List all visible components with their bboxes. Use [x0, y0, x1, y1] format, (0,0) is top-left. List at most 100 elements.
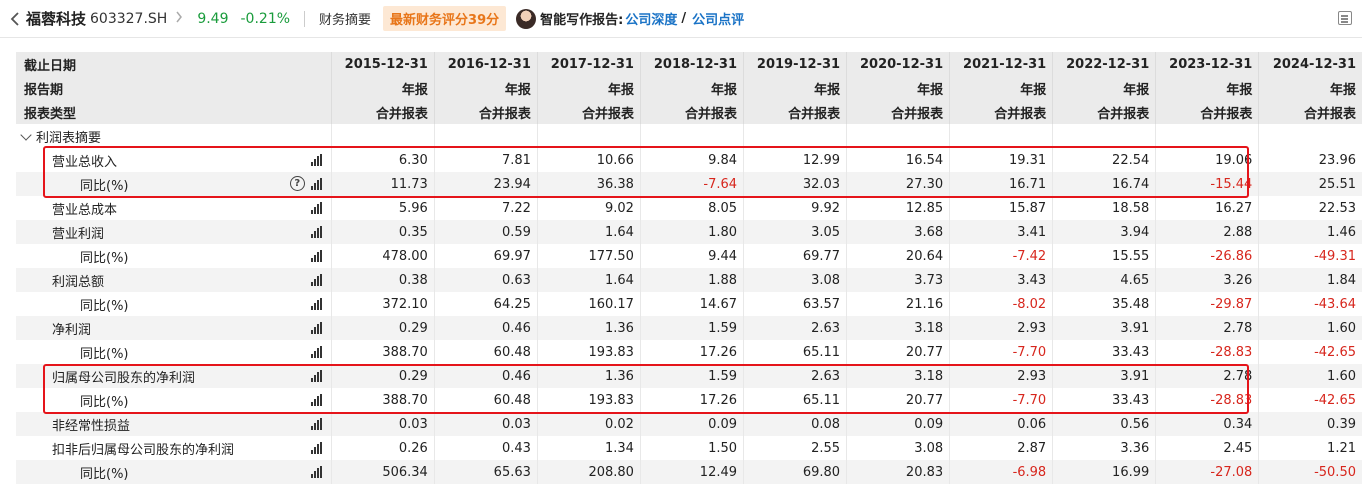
- avatar: [516, 8, 537, 29]
- value-cell: 1.59: [639, 316, 744, 340]
- empty-cell: [433, 124, 538, 148]
- bar-chart-icon[interactable]: [310, 274, 323, 286]
- value-cell: 478.00: [330, 244, 435, 268]
- table-row[interactable]: 营业总收入 6.30 7.81 10.66 9.84 12.99 16.54 19.31 22.…: [16, 148, 1362, 172]
- value-cell: 3.94: [1052, 220, 1156, 244]
- value-cell: -7.70: [949, 388, 1053, 412]
- value-cell: 8.05: [639, 196, 744, 220]
- value-cell: 33.43: [1052, 340, 1156, 364]
- row-label: 同比(%): [80, 394, 129, 410]
- value-cell: 16.27: [1155, 196, 1259, 220]
- financial-score-badge[interactable]: 最新财务评分39分: [383, 6, 507, 31]
- ai-report-label: 智能写作报告:: [540, 13, 624, 28]
- header-cell: 年报: [433, 76, 538, 100]
- header-label: 截止日期: [16, 52, 332, 76]
- value-cell: 388.70: [330, 388, 435, 412]
- value-cell: 64.25: [433, 292, 538, 316]
- bar-chart-icon[interactable]: [310, 154, 323, 166]
- value-cell: 0.09: [846, 412, 950, 436]
- value-cell: 12.99: [743, 148, 847, 172]
- section-label: 利润表摘要: [36, 130, 102, 146]
- row-label: 同比(%): [80, 178, 129, 194]
- table-row[interactable]: 同比(%) 478.00 69.97 177.50 9.44 69.77 20.64 -7.4…: [16, 244, 1362, 268]
- value-cell: 372.10: [330, 292, 435, 316]
- row-label-cell: 同比(%): [16, 388, 332, 412]
- bar-chart-icon[interactable]: [310, 202, 323, 214]
- bar-chart-icon[interactable]: [310, 322, 323, 334]
- bar-chart-icon[interactable]: [310, 370, 323, 382]
- bar-chart-icon[interactable]: [310, 178, 323, 190]
- empty-cell: [1155, 124, 1259, 148]
- table-row[interactable]: 营业利润 0.35 0.59 1.64 1.80 3.05 3.68 3.41 3.94 2.88…: [16, 220, 1362, 244]
- header-cell: 合并报表: [1052, 100, 1156, 124]
- value-cell: 0.59: [433, 220, 538, 244]
- table-row[interactable]: 营业总成本 5.96 7.22 9.02 8.05 9.92 12.85 15.87 18.58…: [16, 196, 1362, 220]
- bar-chart-icon[interactable]: [310, 466, 323, 478]
- value-cell: 2.63: [743, 316, 847, 340]
- value-cell: -6.98: [949, 460, 1053, 484]
- value-cell: 0.43: [433, 436, 538, 460]
- row-label-cell: 同比(%): [16, 340, 332, 364]
- table-row[interactable]: 非经常性损益 0.03 0.03 0.02 0.09 0.08 0.09 0.06 0.56 0.…: [16, 412, 1362, 436]
- bar-chart-icon[interactable]: [310, 394, 323, 406]
- table-row[interactable]: 利润总额 0.38 0.63 1.64 1.88 3.08 3.73 3.43 4.65 3.26…: [16, 268, 1362, 292]
- header-period-row: 报告期 年报 年报 年报 年报 年报 年报 年报 年报 年报 年报: [16, 76, 1362, 100]
- header-cell: 年报: [1155, 76, 1259, 100]
- chevron-left-icon[interactable]: [8, 11, 22, 26]
- value-cell: 20.64: [846, 244, 950, 268]
- header-cell: 合并报表: [330, 100, 435, 124]
- stock-price: 9.49: [197, 10, 229, 27]
- financial-table-container[interactable]: 截止日期 2015-12-31 2016-12-31 2017-12-31 2018-1…: [16, 52, 1362, 488]
- value-cell: 2.45: [1155, 436, 1259, 460]
- empty-cell: [949, 124, 1053, 148]
- value-cell: 7.22: [433, 196, 538, 220]
- value-cell: -42.65: [1258, 388, 1362, 412]
- value-cell: 19.31: [949, 148, 1053, 172]
- bar-chart-icon[interactable]: [310, 418, 323, 430]
- company-deep-link[interactable]: 公司深度: [625, 9, 677, 28]
- header-cell: 合并报表: [433, 100, 538, 124]
- table-row[interactable]: 归属母公司股东的净利润 0.29 0.46 1.36 1.59 2.63 3.18 2.93 3…: [16, 364, 1362, 388]
- notes-icon[interactable]: [1338, 11, 1352, 25]
- value-cell: 0.35: [330, 220, 435, 244]
- table-row[interactable]: 同比(%) 506.34 65.63 208.80 12.49 69.80 20.83 -6.…: [16, 460, 1362, 484]
- table-row[interactable]: 同比(%) 372.10 64.25 160.17 14.67 63.57 21.16 -8.…: [16, 292, 1362, 316]
- value-cell: 4.65: [1052, 268, 1156, 292]
- table-row[interactable]: 同比(%) 388.70 60.48 193.83 17.26 65.11 20.77 -7.…: [16, 388, 1362, 412]
- header-cell: 年报: [1052, 76, 1156, 100]
- value-cell: -7.64: [639, 172, 744, 196]
- value-cell: 69.77: [743, 244, 847, 268]
- row-label-cell: 同比(%)?: [16, 172, 332, 196]
- table-row[interactable]: 扣非后归属母公司股东的净利润 0.26 0.43 1.34 1.50 2.55 3.08 2.…: [16, 436, 1362, 460]
- help-icon[interactable]: ?: [289, 176, 305, 191]
- value-cell: 7.81: [433, 148, 538, 172]
- header-cell: 2016-12-31: [433, 52, 538, 76]
- chevron-down-icon[interactable]: [20, 128, 32, 141]
- table-row[interactable]: 同比(%)? 11.73 23.94 36.38 -7.64 32.03 27.30 16.7…: [16, 172, 1362, 196]
- section-row-income-summary[interactable]: 利润表摘要: [16, 124, 1362, 148]
- value-cell: 3.05: [743, 220, 847, 244]
- row-label-cell: 利润总额: [16, 268, 332, 292]
- table-row[interactable]: 同比(%) 388.70 60.48 193.83 17.26 65.11 20.77 -7.…: [16, 340, 1362, 364]
- chevron-right-icon[interactable]: [175, 11, 183, 27]
- bar-chart-icon[interactable]: [310, 250, 323, 262]
- value-cell: 0.06: [949, 412, 1053, 436]
- bar-chart-icon[interactable]: [310, 226, 323, 238]
- value-cell: 0.46: [433, 316, 538, 340]
- value-cell: 63.57: [743, 292, 847, 316]
- value-cell: 12.49: [639, 460, 744, 484]
- value-cell: 1.46: [1258, 220, 1362, 244]
- bar-chart-icon[interactable]: [310, 298, 323, 310]
- company-review-link[interactable]: 公司点评: [692, 9, 744, 28]
- value-cell: 3.18: [846, 364, 950, 388]
- bar-chart-icon[interactable]: [310, 442, 323, 454]
- table-row[interactable]: 净利润 0.29 0.46 1.36 1.59 2.63 3.18 2.93 3.91 2.78 1…: [16, 316, 1362, 340]
- top-bar: 福蓉科技 603327.SH 9.49 -0.21% 财务摘要 最新财务评分39…: [0, 0, 1362, 38]
- value-cell: 0.09: [639, 412, 744, 436]
- value-cell: 21.16: [846, 292, 950, 316]
- value-cell: 69.97: [433, 244, 538, 268]
- bar-chart-icon[interactable]: [310, 346, 323, 358]
- header-cell: 年报: [949, 76, 1053, 100]
- section-label-cell[interactable]: 利润表摘要: [16, 124, 332, 148]
- value-cell: -49.31: [1258, 244, 1362, 268]
